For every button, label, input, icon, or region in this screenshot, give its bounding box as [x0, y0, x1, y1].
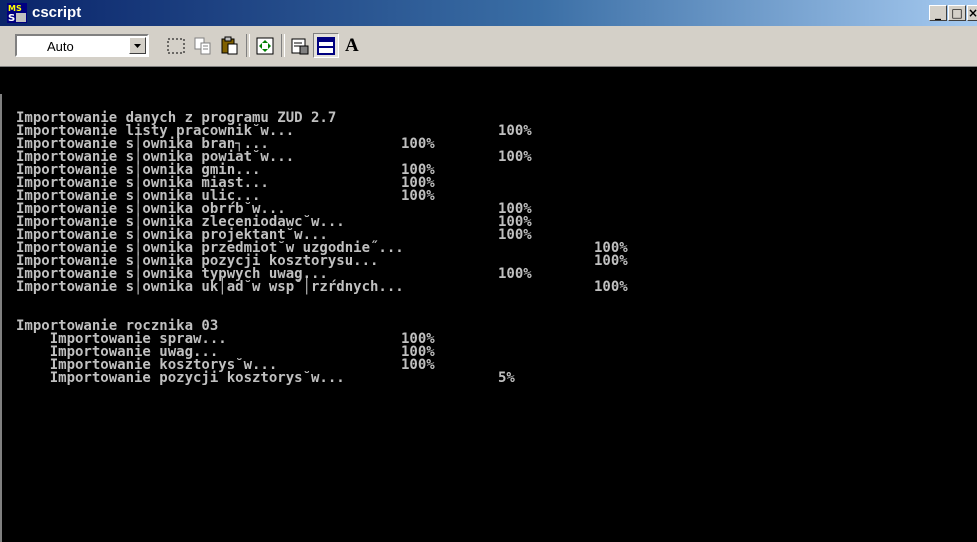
- svg-text:S: S: [8, 13, 15, 23]
- console-percent: 100%: [401, 136, 435, 152]
- console-percent: 100%: [594, 279, 628, 295]
- fullscreen-icon: [256, 37, 274, 55]
- toolbar-separator: [246, 34, 250, 57]
- console-percent: 100%: [498, 123, 532, 139]
- font-size-select[interactable]: Auto: [15, 34, 149, 57]
- title-bar[interactable]: MS S cscript _ □ ×: [0, 0, 977, 26]
- console-percent: 100%: [401, 188, 435, 204]
- font-button[interactable]: A: [340, 33, 366, 58]
- console-line: Importowanie s│ownika uk│ad˘w wsp˘│rzŕdn…: [16, 279, 404, 295]
- console-window: MS S cscript _ □ × Auto A Importowanie d…: [0, 0, 977, 542]
- console-percent: 100%: [594, 253, 628, 269]
- console-line: Importowanie pozycji kosztorys˘w...: [16, 370, 345, 386]
- paste-icon: [221, 36, 238, 55]
- toolbar-separator: [281, 34, 285, 57]
- maximize-button[interactable]: □: [948, 5, 966, 21]
- console-percent: 100%: [498, 227, 532, 243]
- console-percent: 100%: [401, 357, 435, 373]
- copy-icon: [194, 37, 211, 55]
- close-button[interactable]: ×: [967, 5, 977, 21]
- copy-button[interactable]: [190, 33, 216, 58]
- minimize-button[interactable]: _: [929, 5, 947, 21]
- ms-dos-icon: MS S: [7, 3, 27, 23]
- console-percent: 100%: [498, 266, 532, 282]
- background-button[interactable]: [313, 33, 339, 58]
- console-percent: 5%: [498, 370, 515, 386]
- properties-icon: [291, 38, 309, 55]
- fullscreen-button[interactable]: [252, 33, 278, 58]
- chevron-down-icon: [134, 44, 141, 48]
- font-size-value: Auto: [47, 39, 74, 54]
- font-icon: A: [345, 35, 359, 56]
- dropdown-button[interactable]: [129, 37, 146, 54]
- svg-text:MS: MS: [8, 4, 22, 13]
- properties-button[interactable]: [287, 33, 313, 58]
- background-icon: [317, 37, 335, 55]
- mark-icon: [167, 38, 185, 54]
- window-title: cscript: [32, 4, 82, 21]
- paste-button[interactable]: [217, 33, 243, 58]
- mark-button[interactable]: [163, 33, 189, 58]
- console-area: [0, 67, 977, 94]
- console-percent: 100%: [498, 149, 532, 165]
